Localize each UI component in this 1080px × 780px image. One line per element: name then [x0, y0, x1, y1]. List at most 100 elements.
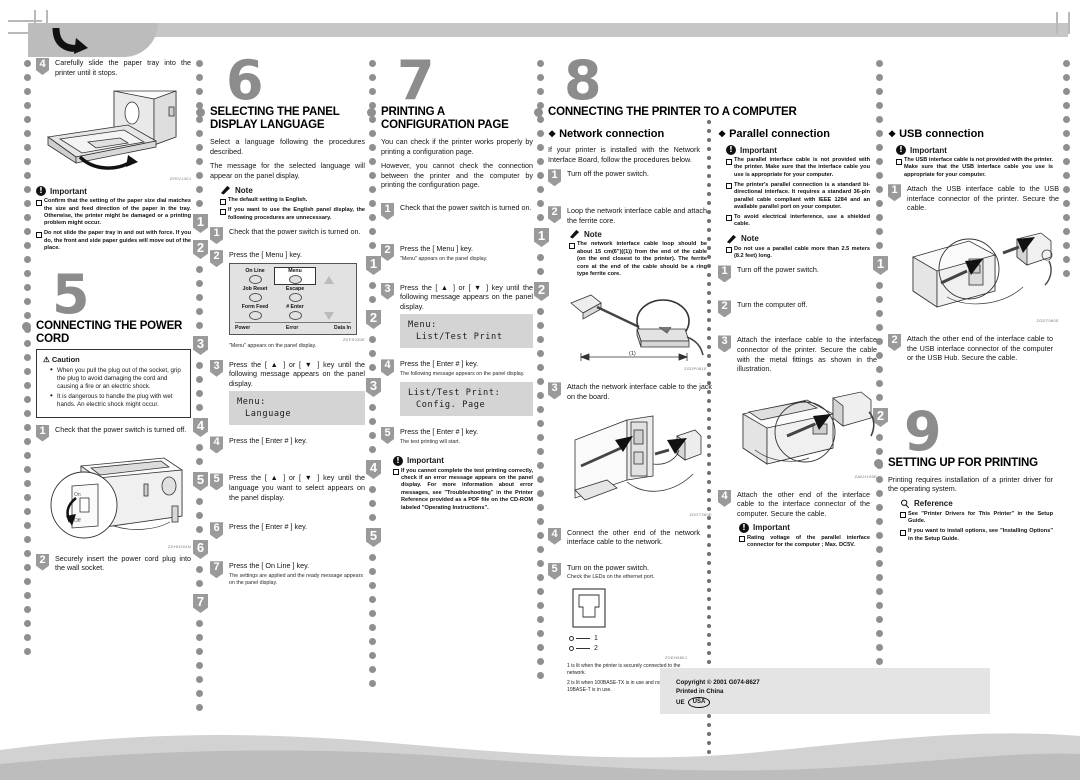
panel-key-circle[interactable]: [288, 292, 302, 302]
panel-key-circle[interactable]: [248, 310, 262, 320]
diamond-icon: ❖: [718, 129, 727, 139]
step-text: Press the [ ▲ ] or [ ▼ ] key until the f…: [229, 359, 365, 388]
subsection-parallel-heading: ❖ Parallel connection: [718, 128, 830, 140]
lcd-line-1: Menu:: [408, 320, 437, 331]
panel-key-escape[interactable]: Escape: [275, 286, 315, 302]
led-indicator-2-icon: [569, 646, 574, 652]
led-label: 2: [594, 645, 598, 653]
step-number: 4: [548, 527, 561, 545]
important-icon: !: [726, 145, 736, 155]
step-5-select-language: 5 Press the [ ▲ ] or [ ▼ ] key until the…: [210, 473, 365, 504]
step-number: 3: [210, 359, 223, 377]
step-text: Press the [ On Line ] key.: [229, 561, 310, 571]
note-language-default: Note The default setting is English. If …: [220, 185, 365, 222]
panel-arrow-up[interactable]: [315, 274, 343, 284]
note-heading: Important: [407, 456, 444, 466]
section-bullet-icon: [22, 321, 31, 331]
led-indicator-1-icon: [569, 636, 574, 642]
note-item: Do not slide the paper tray in and out w…: [36, 230, 191, 252]
rail-3-4: 1 2: [534, 60, 549, 686]
step-number: 4: [718, 489, 731, 507]
note-item: If you cannot complete the test printing…: [393, 468, 533, 512]
led-label: 1: [594, 635, 598, 643]
panel-led-data-in: Data In: [334, 324, 351, 331]
step-5-press-enter-print: 5 Press the [ Enter # ] key. The test pr…: [381, 426, 533, 450]
note-item: If you want to use the English panel dis…: [220, 207, 365, 222]
step-text: Press the [ ▲ ] or [ ▼ ] key until the l…: [229, 473, 365, 502]
step-number: 2: [888, 334, 901, 351]
copyright-line: Copyright © 2001 G074-8627: [676, 679, 760, 686]
section-bullet-icon: [874, 458, 883, 468]
step-3-attach-cable-to-board: 3 Attach the network interface cable to …: [548, 382, 712, 521]
step-number: 4: [381, 359, 394, 377]
figure-usb-connector: ZGDT080E: [907, 217, 1059, 323]
step-1-power-on: 1 Check that the power switch is turned …: [210, 227, 365, 245]
panel-key-circle[interactable]: [288, 274, 302, 284]
panel-key-form-feed[interactable]: Form Feed: [235, 304, 275, 320]
step-caption: The following message appears on the pan…: [400, 370, 525, 377]
section-title-6: SELECTING THE PANEL DISPLAY LANGUAGE: [210, 106, 340, 131]
operation-panel-figure: On Line Menu Job Reset Escape Form Feed …: [229, 262, 357, 335]
note-heading: Note: [741, 234, 759, 244]
column-2: 6 SELECTING THE PANEL DISPLAY LANGUAGE S…: [196, 54, 365, 597]
section-title-8: CONNECTING THE PRINTER TO A COMPUTER: [548, 106, 797, 118]
panel-key-menu[interactable]: Menu: [274, 266, 316, 285]
subsection-usb-heading: ❖ USB connection: [888, 128, 985, 140]
step-4-press-enter: 4 Press the [ Enter # ] key.: [210, 436, 365, 454]
important-note-parallel: ! Important The parallel interface cable…: [726, 145, 870, 229]
panel-key-online[interactable]: On Line: [235, 268, 275, 284]
figure-code: ZAKH105E: [854, 473, 877, 479]
column-4-network: ❖ Network connection If your printer is i…: [548, 128, 712, 705]
panel-key-label: Menu: [288, 267, 302, 274]
note-item: The default setting is English.: [220, 197, 365, 206]
column-5-parallel: ❖ Parallel connection ! Important The par…: [718, 128, 877, 560]
lcd-line-2: Language: [245, 409, 292, 420]
panel-key-circle[interactable]: [288, 310, 302, 320]
note-item: Rating voltage of the parallel interface…: [739, 535, 870, 550]
step-3-scroll-to-language: 3 Press the [ ▲ ] or [ ▼ ] key until the…: [210, 359, 365, 431]
step-number: 6: [210, 522, 223, 540]
step-number: 2: [210, 250, 223, 268]
step-text: Press the [ Enter # ] key.: [400, 359, 479, 369]
panel-arrow-down[interactable]: [315, 308, 343, 320]
important-note-rating-voltage: ! Important Rating voltage of the parall…: [739, 522, 870, 550]
step-number: 7: [210, 561, 223, 579]
step-number: 3: [718, 335, 731, 353]
fold-arrow-icon: [52, 27, 88, 54]
step-text: Check that the power switch is turned on…: [400, 202, 532, 212]
note-item: The USB interface cable is not provided …: [896, 157, 1053, 179]
lcd-display-language: Menu: Language: [229, 391, 365, 426]
header-band: [28, 23, 1068, 37]
note-list: Confirm that the setting of the paper si…: [36, 198, 191, 252]
step-text: Check that the power switch is turned of…: [55, 424, 187, 434]
section-title-5: CONNECTING THE POWER CORD: [36, 319, 183, 345]
rail-left-1: [24, 60, 33, 662]
step-text: Connect the other end of the network int…: [567, 527, 700, 547]
step-caption: Check the LEDs on the ethernet port.: [567, 574, 655, 581]
step-text: Attach the USB interface cable to the US…: [907, 184, 1059, 213]
step-number: 3: [381, 282, 394, 300]
figure-code: ZDHH204N: [167, 543, 191, 549]
step-1-attach-usb-cable: 1 Attach the USB interface cable to the …: [888, 184, 1059, 328]
step-number: 5: [381, 426, 394, 444]
step-1-power-switch-off: 1 Check that the power switch is turned …: [36, 424, 191, 442]
step-number: 1: [548, 169, 561, 187]
figure-ferrite-core: (1) ZGDP081E: [567, 283, 707, 371]
section-intro-1: You can check if the printer works prope…: [381, 137, 533, 156]
panel-key-circle[interactable]: [248, 274, 262, 284]
step-text: Attach the network interface cable to th…: [567, 382, 712, 401]
note-heading: Note: [584, 229, 602, 239]
caution-label: Caution: [51, 354, 80, 364]
step-text: Turn off the power switch.: [737, 265, 819, 275]
step-text: Press the [ ▲ ] or [ ▼ ] key until the f…: [400, 282, 533, 311]
step-2-press-menu: 2 Press the [ Menu ] key. "Menu" appears…: [381, 243, 533, 267]
panel-key-circle[interactable]: [248, 292, 262, 302]
note-pencil-icon: [569, 230, 580, 239]
panel-key-job-reset[interactable]: Job Reset: [235, 286, 275, 302]
step-text: Turn off the power switch.: [567, 169, 649, 179]
note-heading: Important: [740, 145, 777, 155]
panel-key-enter[interactable]: # Enter: [275, 304, 315, 320]
network-intro: If your printer is installed with the Ne…: [548, 145, 700, 164]
note-heading: Important: [910, 145, 947, 155]
note-item: The network interface cable loop should …: [569, 241, 707, 278]
